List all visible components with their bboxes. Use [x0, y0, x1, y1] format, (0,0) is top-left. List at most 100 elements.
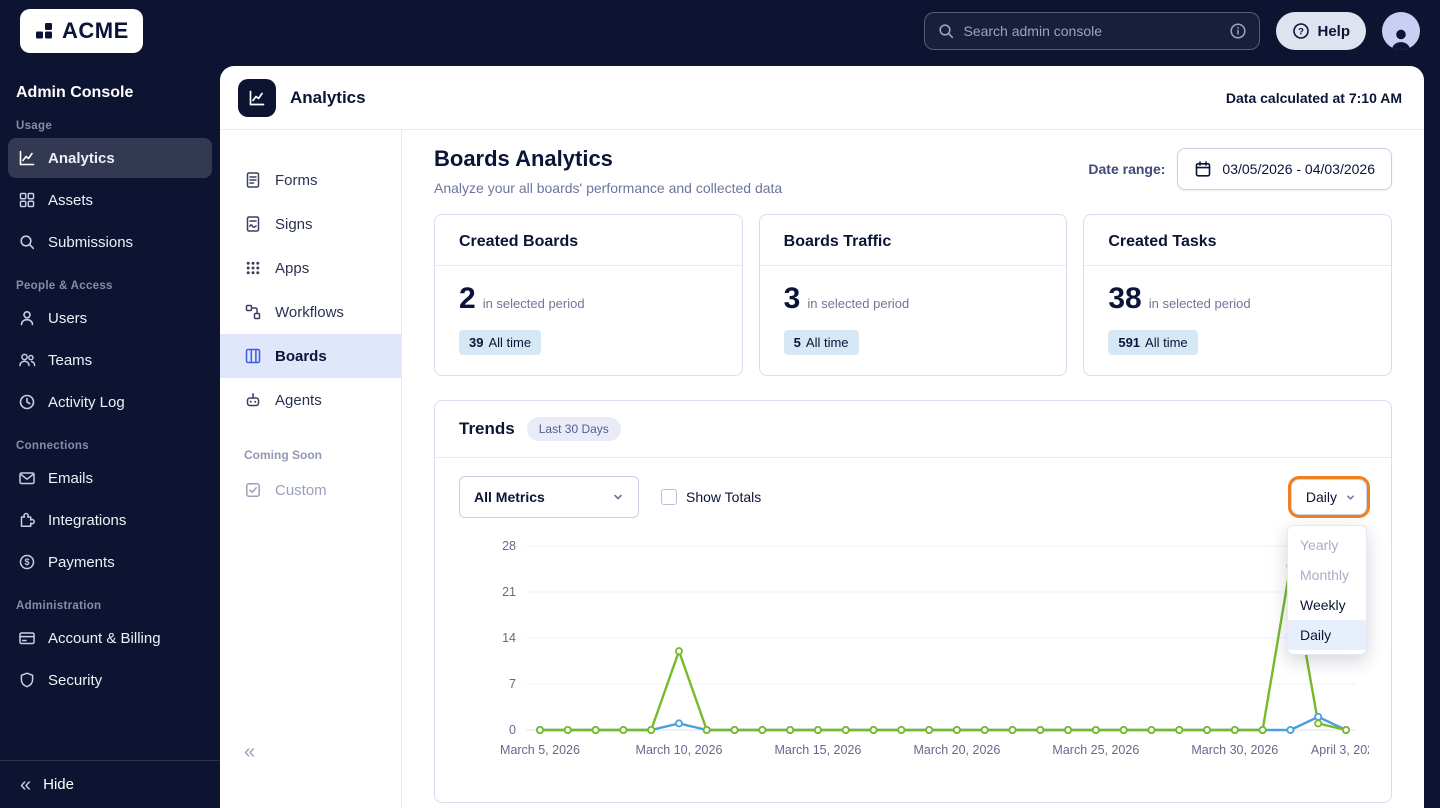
info-icon[interactable]	[1229, 22, 1247, 40]
shield-icon	[18, 671, 36, 689]
menu-option-yearly: Yearly	[1300, 537, 1339, 553]
analytics-header: Analytics Data calculated at 7:10 AM	[220, 66, 1424, 130]
sidebar-item-emails[interactable]: Emails	[8, 458, 212, 498]
menu-option-weekly[interactable]: Weekly	[1288, 590, 1366, 620]
sidebar-item-account-billing[interactable]: Account & Billing	[8, 618, 212, 658]
boards-analytics-content: Boards Analytics Analyze your all boards…	[402, 130, 1424, 808]
menu-option-daily[interactable]: Daily	[1288, 620, 1366, 650]
alltime-badge: 39 All time	[459, 330, 542, 355]
alltime-badge: 591 All time	[1108, 330, 1198, 355]
created-tasks-value: 38	[1108, 282, 1142, 315]
show-totals-checkbox[interactable]	[661, 489, 677, 505]
sidebar-item-activity-log[interactable]: Activity Log	[8, 382, 212, 422]
checkbox-check-icon	[244, 481, 262, 499]
robot-icon	[244, 391, 262, 409]
alltime-badge: 5 All time	[783, 330, 859, 355]
sidebar-item-assets[interactable]: Assets	[8, 180, 212, 220]
chart-icon	[238, 78, 276, 117]
svg-text:April 3, 2026: April 3, 2026	[1311, 743, 1369, 757]
logo-text: ACME	[62, 18, 129, 43]
coming-soon-label: Coming Soon	[244, 448, 322, 462]
admin-search	[924, 12, 1261, 50]
sidebar-item-analytics[interactable]: Analytics	[8, 138, 212, 178]
product-nav-custom[interactable]: Custom	[220, 468, 401, 512]
assets-icon	[18, 191, 36, 209]
svg-text:March 15, 2026: March 15, 2026	[775, 743, 862, 757]
sidebar-item-payments[interactable]: $ Payments	[8, 542, 212, 582]
workflow-icon	[244, 303, 262, 321]
people-group-icon	[18, 351, 36, 369]
metrics-select[interactable]: All Metrics	[459, 476, 639, 518]
kanban-board-icon	[244, 347, 262, 365]
granularity-dropdown[interactable]: Daily	[1290, 479, 1367, 515]
stat-card-created-tasks: Created Tasks 38 in selected period 591 A…	[1083, 214, 1393, 376]
svg-text:March 10, 2026: March 10, 2026	[636, 743, 723, 757]
date-range-value: 03/05/2026 - 04/03/2026	[1222, 161, 1375, 177]
created-boards-value: 2	[459, 282, 476, 315]
svg-text:0: 0	[509, 723, 516, 737]
section-label-people: People & Access	[16, 280, 113, 292]
data-calculated-label: Data calculated at 7:10 AM	[1225, 89, 1402, 106]
user-icon	[18, 309, 36, 327]
trends-title: Trends	[459, 419, 515, 438]
line-chart: 0 7 14 21 28 March 5, 2026 March 10, 2026 March…	[500, 539, 1369, 757]
svg-text:March 5, 2026: March 5, 2026	[500, 743, 580, 757]
sidebar-item-submissions[interactable]: Submissions	[8, 222, 212, 262]
chevron-down-icon	[1345, 492, 1356, 503]
collapse-product-nav-button[interactable]: «	[244, 741, 255, 764]
acme-logo[interactable]: ACME	[20, 9, 143, 53]
trends-chart: 0 7 14 21 28 March 5, 2026 March 10, 2026 March…	[435, 526, 1391, 802]
page-app-title: Analytics	[290, 87, 366, 107]
credit-card-icon	[18, 629, 36, 647]
svg-text:21: 21	[502, 585, 516, 599]
svg-text:28: 28	[502, 539, 516, 553]
trends-range-badge: Last 30 Days	[526, 417, 621, 441]
calendar-icon	[1194, 160, 1212, 178]
product-nav-signs[interactable]: Signs	[220, 202, 401, 246]
stat-card-created-boards: Created Boards 2 in selected period 39 Al…	[434, 214, 743, 376]
show-totals-toggle[interactable]: Show Totals	[661, 489, 761, 505]
chevron-down-icon	[612, 491, 624, 503]
product-nav-agents[interactable]: Agents	[220, 378, 401, 422]
trends-card: Trends Last 30 Days All Metrics Show Tot…	[434, 400, 1392, 803]
boards-traffic-value: 3	[783, 282, 801, 315]
apps-grid-icon	[244, 259, 262, 277]
product-nav: Forms Signs Apps Workflows Boards Agents…	[220, 130, 402, 808]
svg-text:March 30, 2026: March 30, 2026	[1191, 743, 1278, 757]
help-button[interactable]: ? Help	[1276, 12, 1366, 50]
search-input[interactable]	[963, 23, 1222, 39]
menu-option-monthly: Monthly	[1300, 567, 1350, 583]
section-label-usage: Usage	[16, 120, 53, 132]
puzzle-icon	[18, 511, 36, 529]
date-range-picker[interactable]: 03/05/2026 - 04/03/2026	[1177, 148, 1392, 190]
hide-sidebar-button[interactable]: « Hide	[0, 760, 220, 808]
chevron-double-left-icon: «	[20, 773, 32, 796]
search-icon	[937, 22, 955, 40]
logo-blocks-icon	[34, 21, 54, 41]
svg-text:March 20, 2026: March 20, 2026	[913, 743, 1000, 757]
topbar: ACME ? Help	[0, 0, 1440, 62]
stat-card-boards-traffic: Boards Traffic 3 in selected period 5 All…	[758, 214, 1068, 376]
svg-text:March 25, 2026: March 25, 2026	[1052, 743, 1139, 757]
svg-text:14: 14	[502, 631, 516, 645]
product-nav-forms[interactable]: Forms	[220, 158, 401, 202]
granularity-menu: Yearly Monthly Weekly Daily	[1287, 525, 1367, 655]
admin-sidebar: Admin Console Usage Analytics Assets Sub…	[0, 62, 220, 808]
sidebar-item-integrations[interactable]: Integrations	[8, 500, 212, 540]
product-nav-workflows[interactable]: Workflows	[220, 290, 401, 334]
user-icon	[1391, 29, 1411, 50]
sidebar-item-users[interactable]: Users	[8, 298, 212, 338]
section-label-connections: Connections	[16, 440, 89, 452]
signature-icon	[244, 215, 262, 233]
date-range-label: Date range:	[1088, 161, 1166, 177]
svg-text:7: 7	[509, 677, 516, 691]
avatar[interactable]	[1382, 12, 1420, 50]
sidebar-item-security[interactable]: Security	[8, 660, 212, 700]
analytics-icon	[18, 149, 36, 167]
sidebar-item-teams[interactable]: Teams	[8, 340, 212, 380]
dollar-circle-icon: $	[18, 553, 36, 571]
product-nav-apps[interactable]: Apps	[220, 246, 401, 290]
product-nav-boards[interactable]: Boards	[220, 334, 401, 378]
question-icon: ?	[1292, 22, 1310, 40]
svg-text:$: $	[24, 557, 29, 567]
